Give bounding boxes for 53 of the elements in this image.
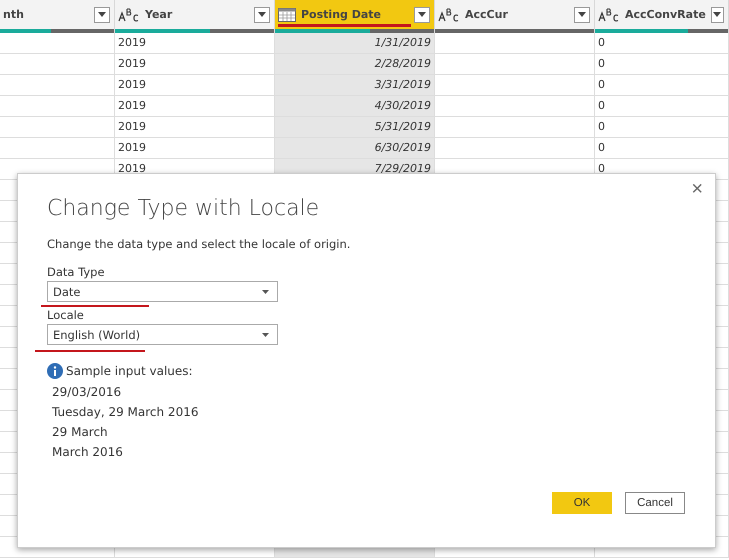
caret-icon [578,12,586,17]
dialog-description: Change the data type and select the locale of origin. [47,237,352,251]
info-icon [47,363,63,379]
column-filter-button[interactable] [710,6,724,22]
caret-icon [262,290,269,294]
close-button[interactable]: × [687,178,707,201]
table-cell: 0 [595,117,729,138]
caret-icon [98,12,106,17]
column-header[interactable]: AccConvRate [595,0,729,33]
ok-button[interactable]: OK [552,492,612,514]
column-title: Year [145,8,174,21]
table-cell: 0 [595,33,729,54]
table-cell: 5/31/2019 [275,117,435,138]
cancel-button[interactable]: Cancel [625,492,685,514]
table-cell: 0 [595,138,729,159]
table-cell: 0 [595,96,729,117]
column-title: nth [3,8,25,21]
dropdown[interactable]: Date [47,281,278,302]
column-header[interactable]: AccCur [435,0,595,33]
text-type-icon [438,8,460,22]
dropdown[interactable]: English (World) [47,324,278,345]
sample-value: 29/03/2016 [52,385,122,401]
text-type-icon [118,8,140,22]
column-header[interactable]: Year [115,0,275,33]
text-type-icon [598,8,620,22]
column-filter-button[interactable] [254,6,270,22]
caret-icon [262,332,269,336]
field-label: Data Type [47,265,106,279]
column-header[interactable]: Posting Date [275,0,435,33]
sample-value: March 2016 [52,445,124,461]
table-cell: 0 [595,75,729,96]
table-cell: 3/31/2019 [275,75,435,96]
caret-icon [713,12,722,17]
dialog-title: Change Type with Locale [47,196,320,221]
column-title: AccConvRate [625,8,706,21]
table-cell: 2/28/2019 [275,54,435,75]
caret-icon [418,12,426,17]
field-label: Locale [47,308,85,322]
sample-value: Tuesday, 29 March 2016 [52,405,200,421]
table-cell: 0 [595,54,729,75]
column-filter-button[interactable] [94,6,110,22]
caret-icon [258,12,266,17]
sample-value: 29 March [52,425,109,441]
column-title: AccCur [465,8,509,21]
table-cell: 1/31/2019 [275,33,435,54]
sample-heading: Sample input values: [66,364,193,378]
table-cell: 4/30/2019 [275,96,435,117]
column-filter-button[interactable] [574,6,590,22]
column-filter-button[interactable] [414,6,430,22]
column-title: Posting Date [301,8,382,21]
calendar-icon [278,8,296,22]
table-cell: 6/30/2019 [275,138,435,159]
column-header[interactable]: nth [0,0,115,33]
